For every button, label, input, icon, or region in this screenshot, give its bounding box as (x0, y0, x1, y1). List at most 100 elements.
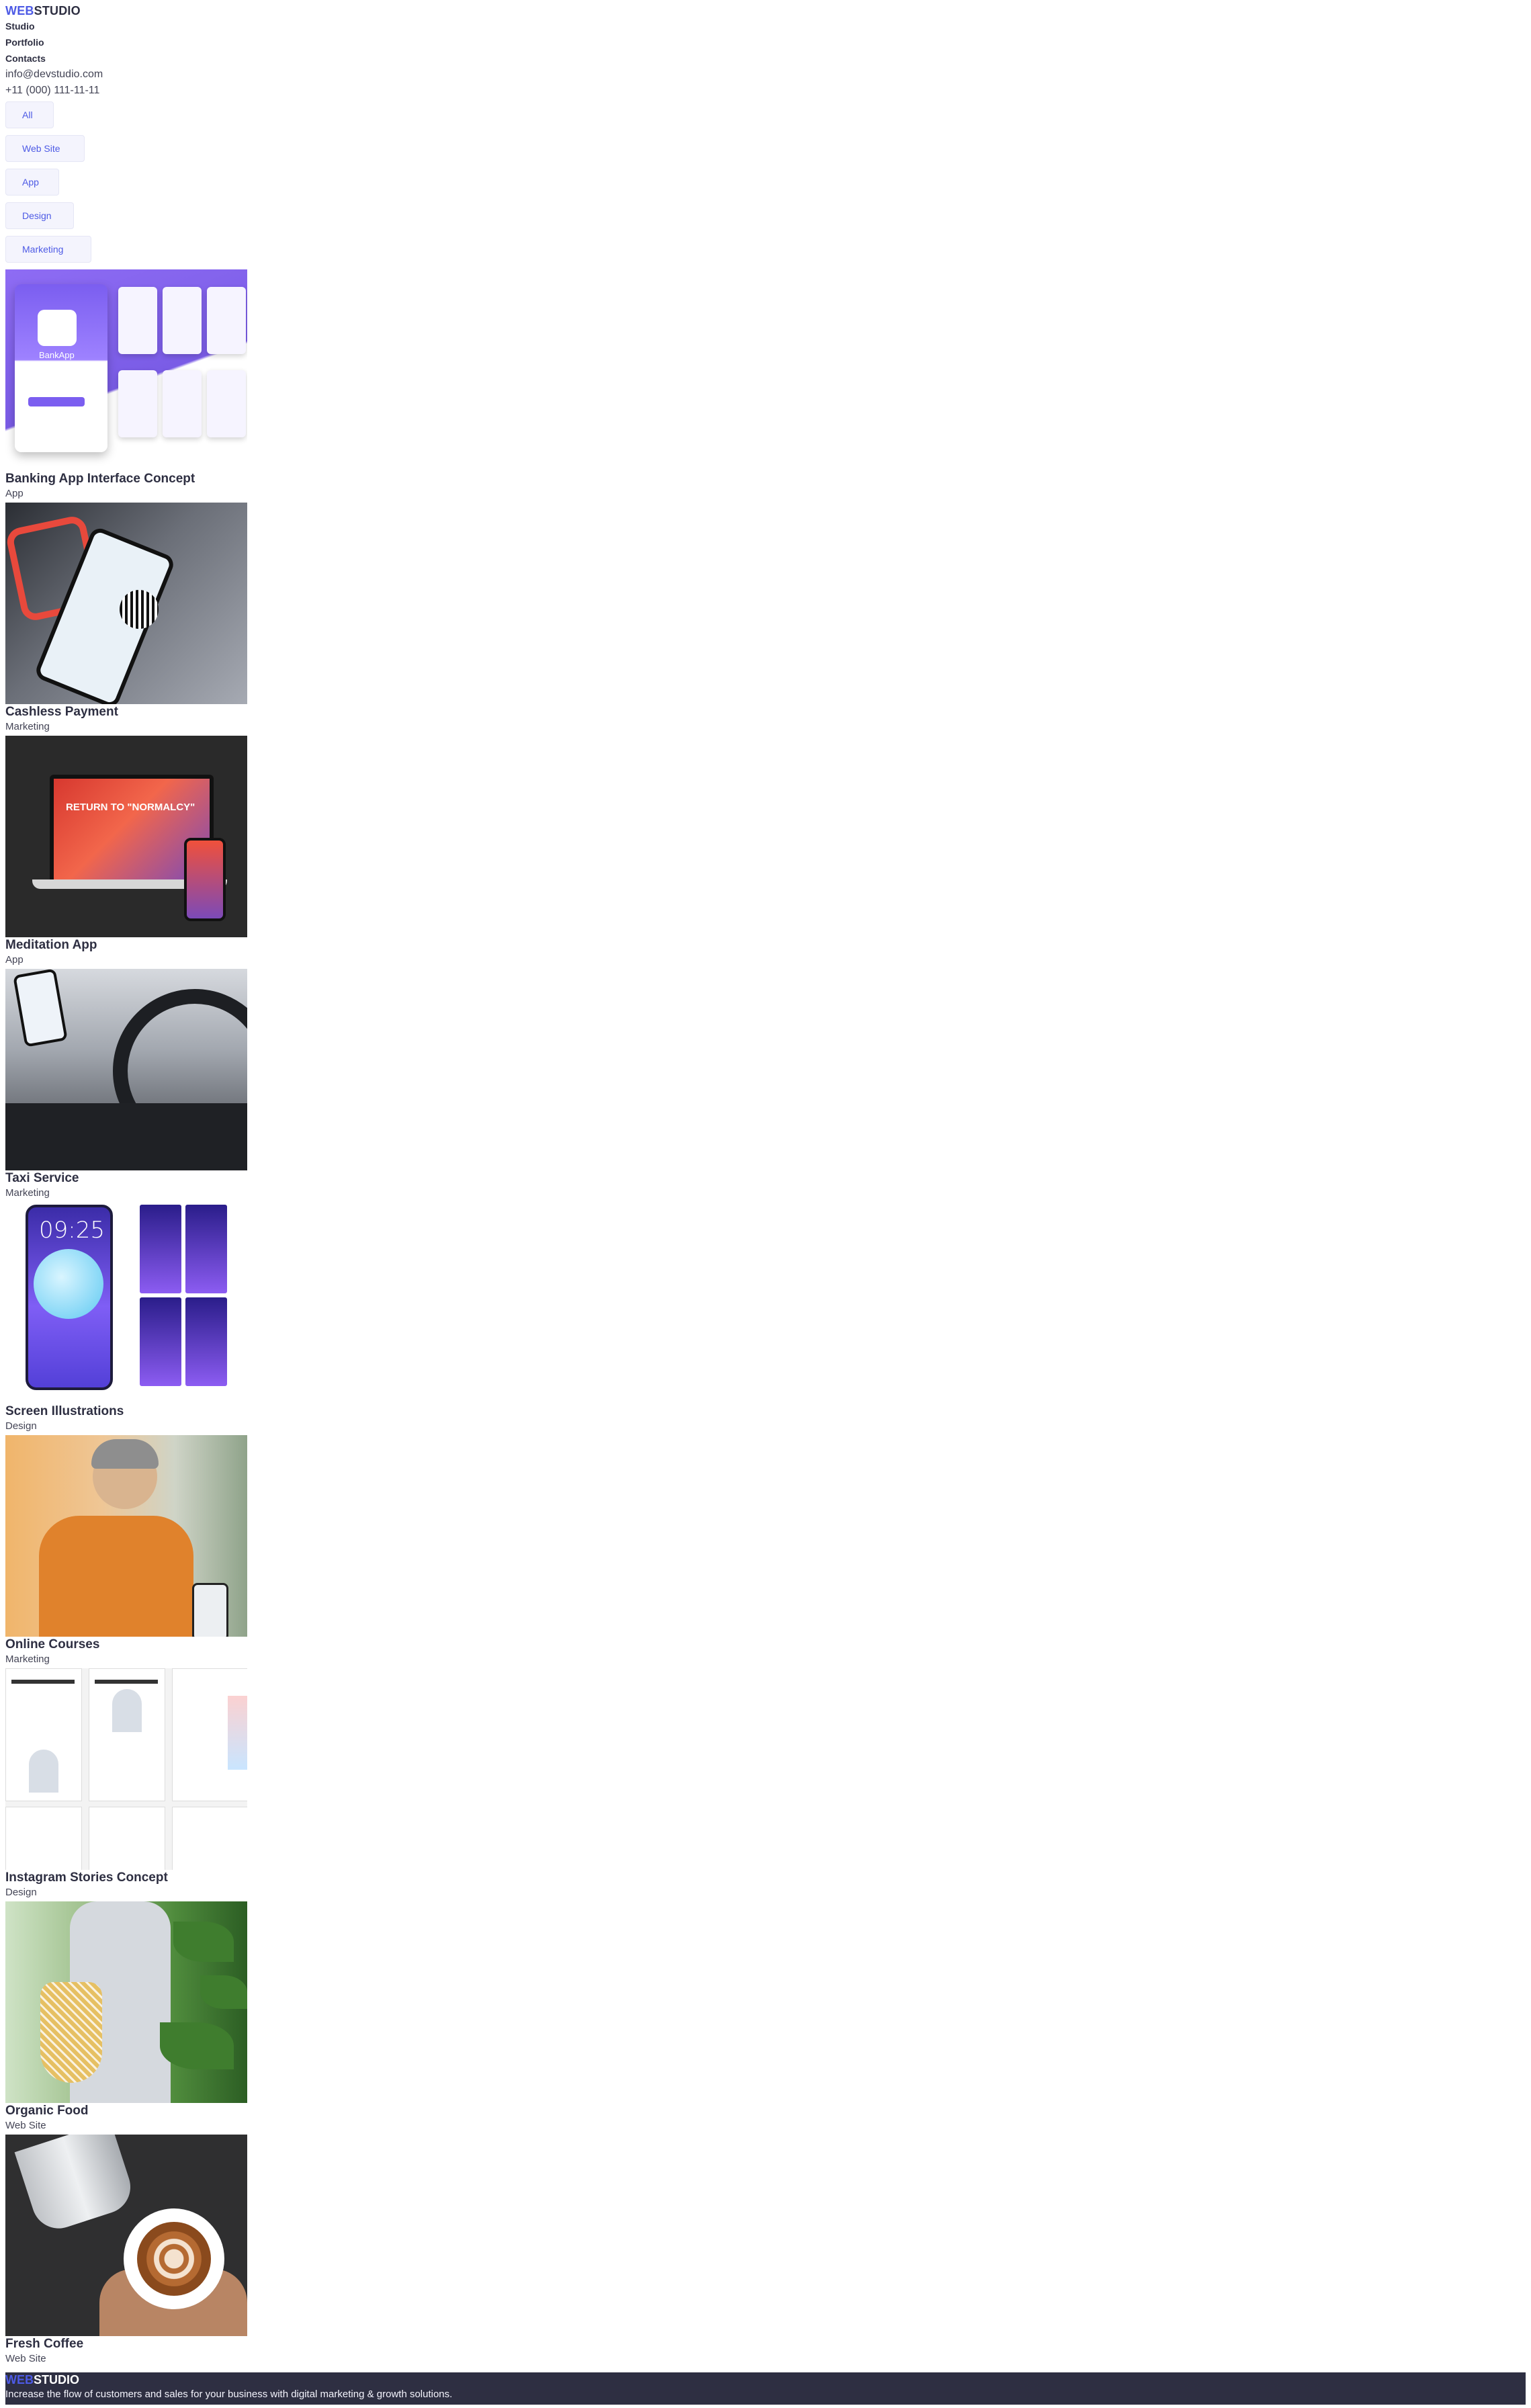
phone-mockup (192, 1583, 228, 1637)
screen-mock (163, 370, 202, 437)
filter-all-button[interactable]: All (5, 101, 54, 128)
filter-design-button[interactable]: Design (5, 202, 74, 229)
card-title: Organic Food (5, 2104, 89, 2118)
online-courses-image (5, 1435, 247, 1637)
fresh-coffee-image (5, 2135, 247, 2336)
email-link[interactable]: info@devstudio.com (5, 67, 1526, 83)
site-footer: WEBSTUDIO Increase the flow of customers… (5, 2372, 1526, 2405)
illustration-tile (185, 1297, 227, 1386)
taxi-service-image (5, 969, 247, 1170)
story-panel (89, 1807, 165, 1870)
filter-label: All (22, 110, 33, 120)
filter-label: Marketing (22, 244, 64, 255)
portfolio-card[interactable]: Organic Food Web Site (5, 1901, 247, 2133)
portfolio-card[interactable]: Fresh Coffee Web Site (5, 2135, 247, 2366)
laptop-headline: RETURN TO "NORMALCY" (66, 802, 195, 813)
contacts: info@devstudio.com +11 (000) 111-11-11 (5, 67, 1526, 99)
card-category: Design (5, 1887, 37, 1898)
card-title: Fresh Coffee (5, 2337, 84, 2351)
filter-marketing-button[interactable]: Marketing (5, 236, 91, 263)
banking-app-image: BankApp (5, 269, 247, 471)
story-panel (172, 1807, 247, 1870)
person-figure (29, 1750, 58, 1793)
footer-logo-accent: WEB (5, 2373, 34, 2386)
leaf (160, 2022, 234, 2069)
footer-logo-rest: STUDIO (34, 2373, 80, 2386)
portfolio-card[interactable]: BankApp Banking App Interface Concept Ap… (5, 269, 247, 501)
card-category: Marketing (5, 721, 50, 732)
footer-tagline: Increase the flow of customers and sales… (5, 2389, 453, 2400)
screen-mock (118, 370, 157, 437)
page: WEBSTUDIO Studio Portfolio Contacts info… (5, 0, 1526, 2376)
instagram-stories-image (5, 1668, 247, 1870)
story-panel (5, 1668, 82, 1801)
logo-rest: STUDIO (34, 4, 81, 17)
nav-link-studio[interactable]: Studio (5, 18, 1526, 34)
phone-link[interactable]: +11 (000) 111-11-11 (5, 83, 1526, 99)
milk-jug (14, 2135, 138, 2235)
card-category: Marketing (5, 1187, 50, 1199)
card-category: App (5, 488, 24, 499)
nav-link-portfolio[interactable]: Portfolio (5, 34, 1526, 50)
card-title: Meditation App (5, 938, 97, 952)
portfolio-card[interactable]: Instagram Stories Concept Design (5, 1668, 247, 1899)
bank-app-label: BankApp (39, 350, 75, 360)
app-logo-icon (38, 310, 77, 346)
logo-accent: WEB (5, 4, 34, 17)
site-header: WEBSTUDIO Studio Portfolio Contacts info… (5, 3, 1526, 99)
illustration-tile (185, 1205, 227, 1293)
card-category: Web Site (5, 2120, 46, 2131)
logo[interactable]: WEBSTUDIO (5, 3, 1526, 18)
mesh-bag (40, 1982, 102, 2083)
nav-link-contacts[interactable]: Contacts (5, 50, 1526, 67)
filter-app-button[interactable]: App (5, 169, 59, 196)
card-title: Instagram Stories Concept (5, 1870, 168, 1885)
filter-label: App (22, 177, 39, 187)
gradient-strip (228, 1696, 247, 1770)
phone-mockup (13, 969, 68, 1047)
story-panel (89, 1668, 165, 1801)
story-panel (5, 1807, 82, 1870)
card-title: Screen Illustrations (5, 1404, 124, 1418)
qr-code-icon (120, 590, 159, 629)
card-category: App (5, 954, 24, 965)
filter-label: Web Site (22, 143, 60, 154)
footer-logo[interactable]: WEBSTUDIO (5, 2372, 1526, 2387)
lock-screen-clock: 09:25 (39, 1217, 105, 1244)
main-nav: Studio Portfolio Contacts (5, 18, 1526, 67)
phone-mockup (184, 838, 226, 921)
story-heading-bar (95, 1680, 158, 1684)
card-title: Taxi Service (5, 1171, 79, 1185)
card-title: Online Courses (5, 1637, 100, 1651)
story-panel (172, 1668, 247, 1801)
hat (91, 1439, 159, 1469)
latte-art (137, 2222, 211, 2296)
sweater (39, 1516, 193, 1637)
screen-mock (118, 287, 157, 354)
portfolio-card[interactable]: 09:25 Screen Illustrations Design (5, 1202, 247, 1433)
filter-label: Design (22, 210, 52, 221)
card-category: Web Site (5, 2353, 46, 2364)
login-button-mock (28, 397, 85, 406)
screen-mock (207, 370, 246, 437)
portfolio-card[interactable]: RETURN TO "NORMALCY" Meditation App App (5, 736, 247, 967)
screen-mock (207, 287, 246, 354)
screen-mock (163, 287, 202, 354)
story-heading-bar (11, 1680, 75, 1684)
illustration-tile (140, 1205, 181, 1293)
screen-illustrations-image: 09:25 (5, 1202, 247, 1404)
organic-food-image (5, 1901, 247, 2103)
filter-website-button[interactable]: Web Site (5, 135, 85, 162)
leaf (173, 1922, 234, 1962)
person-figure (112, 1689, 142, 1732)
portfolio-card[interactable]: Online Courses Marketing (5, 1435, 247, 1666)
card-category: Marketing (5, 1653, 50, 1665)
portfolio-card[interactable]: Taxi Service Marketing (5, 969, 247, 1200)
portfolio-card[interactable]: Cashless Payment Marketing (5, 503, 247, 734)
card-category: Design (5, 1420, 37, 1432)
moon-illustration (34, 1249, 103, 1319)
portfolio-list: BankApp Banking App Interface Concept Ap… (5, 269, 1526, 2366)
cashless-payment-image (5, 503, 247, 704)
meditation-app-image: RETURN TO "NORMALCY" (5, 736, 247, 937)
leaf (200, 1975, 247, 2009)
